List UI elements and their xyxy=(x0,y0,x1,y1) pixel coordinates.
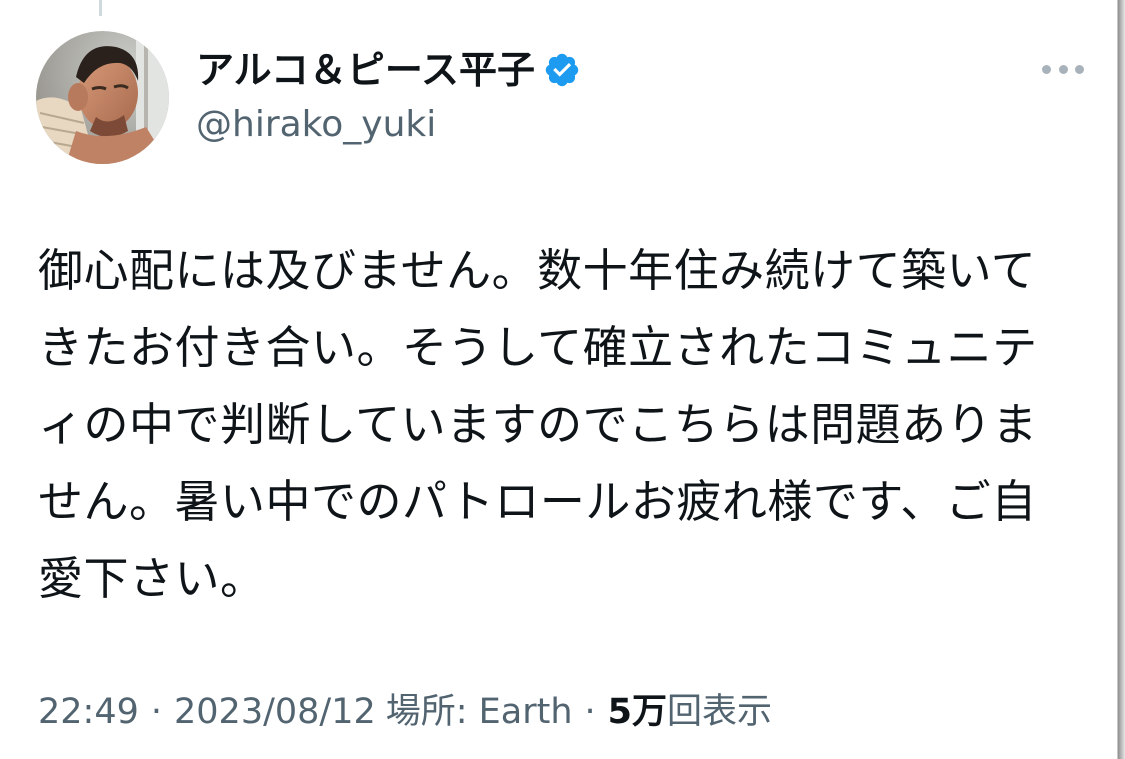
tweet-date[interactable]: 2023/08/12 xyxy=(174,684,376,740)
tweet-location: 場所: Earth xyxy=(385,692,573,732)
thread-connector-line xyxy=(99,0,102,16)
verified-badge-icon[interactable] xyxy=(543,51,581,89)
more-dot xyxy=(1058,64,1068,74)
views-count[interactable]: 5万 xyxy=(608,684,667,740)
more-dot xyxy=(1075,64,1084,74)
tweet-time[interactable]: 22:49 xyxy=(38,684,139,740)
page-edge-divider xyxy=(1113,0,1125,759)
author-name-row: アルコ＆ピース平子 xyxy=(196,40,581,100)
meta-separator: · xyxy=(584,692,596,732)
tweet-metadata: 22:49 · 2023/08/12 場所: Earth · 5万 回表示 xyxy=(38,684,772,740)
more-dot xyxy=(1042,64,1051,74)
profile-avatar[interactable] xyxy=(36,31,169,164)
author-handle[interactable]: @hirako_yuki xyxy=(196,100,436,150)
more-options-icon[interactable] xyxy=(1036,52,1090,86)
author-display-name[interactable]: アルコ＆ピース平子 xyxy=(196,40,535,100)
tweet-text: 御心配には及びません。数十年住み続けて築いてきたお付き合い。そうして確立されたコ… xyxy=(38,244,1038,605)
meta-separator: · xyxy=(150,692,163,732)
views-label: 回表示 xyxy=(667,692,773,732)
